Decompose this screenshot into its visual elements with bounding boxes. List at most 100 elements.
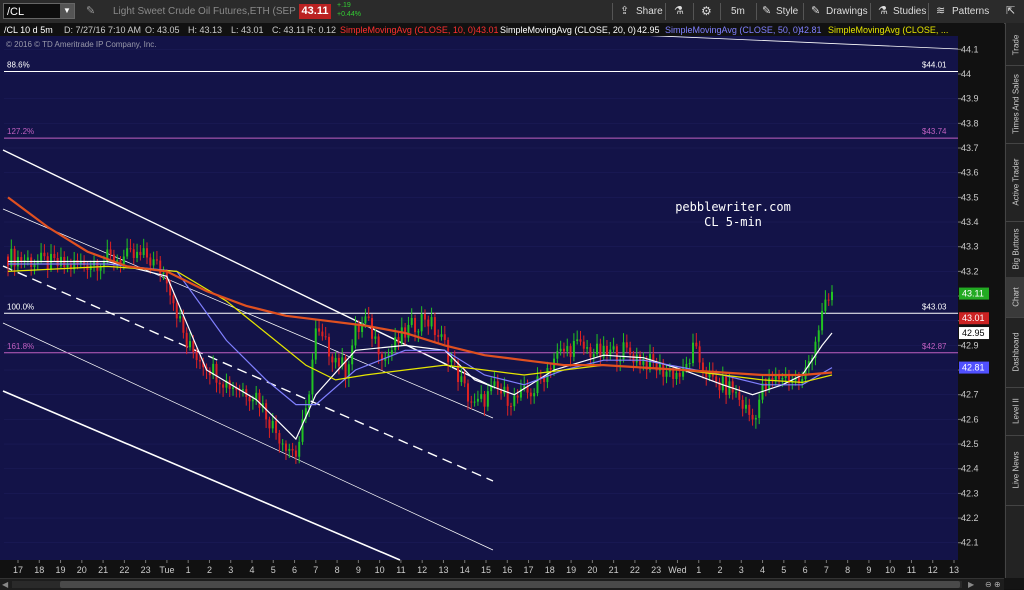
study-sma10-label[interactable]: SimpleMovingAvg (CLOSE, 10, 0) xyxy=(340,25,476,35)
price-chart[interactable]: 88.6% $44.01 127.2% $43.74 100.0% $43.03 161.8… xyxy=(0,23,1004,578)
study-sma20-label[interactable]: SimpleMovingAvg (CLOSE, 20, 0) xyxy=(500,25,636,35)
candle-body xyxy=(758,399,761,418)
candle-body xyxy=(400,327,403,344)
side-tab-big-buttons[interactable]: Big Buttons xyxy=(1006,221,1024,278)
candle-body xyxy=(241,389,244,391)
candle-body xyxy=(195,352,198,361)
side-tab-live-news[interactable]: Live News xyxy=(1006,435,1024,506)
pencil-icon[interactable]: ✎ xyxy=(811,0,820,23)
candle-body xyxy=(414,317,417,333)
x-tick-label: 1 xyxy=(696,565,701,575)
side-tab-dashboard[interactable]: Dashboard xyxy=(1006,317,1024,388)
chevron-down-icon[interactable]: ▼ xyxy=(60,4,74,18)
candle-body xyxy=(493,381,496,387)
study-sma50-label[interactable]: SimpleMovingAvg (CLOSE, 50, 0) xyxy=(665,25,801,35)
toolbar-separator xyxy=(612,3,613,20)
chart-canvas[interactable]: 88.6% $44.01 127.2% $43.74 100.0% $43.03 161.8… xyxy=(0,23,1004,578)
zoom-in-icon[interactable]: ⊕ xyxy=(994,579,1001,590)
header-range: R: 0.12 xyxy=(307,25,336,35)
x-tick-label: 9 xyxy=(866,565,871,575)
candle-body xyxy=(248,397,251,402)
scroll-right-icon[interactable]: ▶ xyxy=(968,579,974,590)
toolbar-separator xyxy=(720,3,721,20)
study-sma200-label[interactable]: SimpleMovingAvg (CLOSE, ... xyxy=(828,25,948,35)
side-tab-times-and-sales[interactable]: Times And Sales xyxy=(1006,65,1024,144)
gear-icon[interactable]: ⚙ xyxy=(701,0,712,23)
candle-body xyxy=(572,340,575,357)
share-button[interactable]: Share xyxy=(636,0,663,23)
candle-body xyxy=(251,399,254,402)
flask-icon[interactable]: ⚗ xyxy=(878,0,888,23)
time-scrollbar[interactable]: ◀ ▶ ⊖ ⊕ xyxy=(0,578,1004,590)
y-tick-label: 43.2 xyxy=(961,266,979,276)
level-percent-label: 88.6% xyxy=(7,61,30,70)
scroll-thumb[interactable] xyxy=(60,581,960,588)
side-tab-trade[interactable]: Trade xyxy=(1006,25,1024,66)
candle-body xyxy=(318,328,321,332)
patterns-button[interactable]: Patterns xyxy=(952,0,989,23)
drawings-button[interactable]: Drawings xyxy=(826,0,868,23)
candle-body xyxy=(513,395,516,407)
x-tick-label: 18 xyxy=(545,565,555,575)
candle-body xyxy=(142,248,145,256)
candle-body xyxy=(625,342,628,348)
side-tab-active-trader[interactable]: Active Trader xyxy=(1006,143,1024,222)
candle-body xyxy=(741,399,744,409)
scroll-left-icon[interactable]: ◀ xyxy=(2,579,8,590)
x-tick-label: 7 xyxy=(313,565,318,575)
side-tab-label: Live News xyxy=(1011,451,1020,489)
patterns-icon[interactable]: ≋ xyxy=(936,0,945,23)
candle-body xyxy=(692,342,695,364)
price-marker-label: 42.81 xyxy=(962,363,985,373)
x-tick-label: 14 xyxy=(460,565,470,575)
candle-body xyxy=(390,350,393,355)
pencil-icon[interactable]: ✎ xyxy=(86,0,95,23)
candle-body xyxy=(331,356,334,363)
candle-body xyxy=(612,346,615,350)
side-tab-label: Active Trader xyxy=(1011,158,1020,206)
x-tick-label: 10 xyxy=(885,565,895,575)
flask-icon[interactable]: ⚗ xyxy=(674,0,684,23)
candle-body xyxy=(367,316,370,319)
share-icon[interactable]: ⇪ xyxy=(620,0,629,23)
candle-body xyxy=(566,346,569,352)
candle-body xyxy=(321,331,324,337)
side-tab-chart[interactable]: Chart xyxy=(1006,277,1024,318)
candle-body xyxy=(136,251,139,258)
candle-body xyxy=(364,316,367,324)
style-button[interactable]: Style xyxy=(776,0,798,23)
candle-body xyxy=(695,342,698,347)
zoom-out-icon[interactable]: ⊖ xyxy=(985,579,992,590)
toolbar-separator xyxy=(665,3,666,20)
header-low: L: 43.01 xyxy=(231,25,264,35)
side-tab-level-ii[interactable]: Level II xyxy=(1006,387,1024,436)
style-icon[interactable]: ✎ xyxy=(762,0,771,23)
price-marker-label: 43.01 xyxy=(962,313,985,323)
candle-body xyxy=(377,336,380,355)
candle-body xyxy=(821,310,824,331)
candle-body xyxy=(334,357,337,363)
interval-button[interactable]: 5m xyxy=(731,0,745,23)
expand-icon[interactable]: ⇱ xyxy=(1006,0,1015,23)
symbol-selector[interactable]: /CL ▼ xyxy=(3,3,75,19)
candle-body xyxy=(26,257,29,261)
candle-body xyxy=(96,261,99,271)
candle-body xyxy=(483,394,486,407)
candle-body xyxy=(556,351,559,359)
candle-body xyxy=(735,392,738,394)
candle-body xyxy=(443,334,446,340)
x-tick-label: Wed xyxy=(668,565,686,575)
candle-body xyxy=(265,403,268,420)
side-tab-label: Big Buttons xyxy=(1011,228,1020,270)
y-tick-label: 44.1 xyxy=(961,44,979,54)
x-tick-label: 22 xyxy=(630,565,640,575)
level-price-label: $43.03 xyxy=(922,302,947,311)
candle-body xyxy=(175,303,178,319)
studies-button[interactable]: Studies xyxy=(893,0,926,23)
x-tick-label: 11 xyxy=(907,565,916,575)
y-tick-label: 44 xyxy=(961,69,971,79)
last-price-badge: 43.11 xyxy=(299,4,331,19)
y-tick-label: 43.7 xyxy=(961,143,979,153)
candle-body xyxy=(122,256,125,265)
candle-body xyxy=(605,345,608,356)
